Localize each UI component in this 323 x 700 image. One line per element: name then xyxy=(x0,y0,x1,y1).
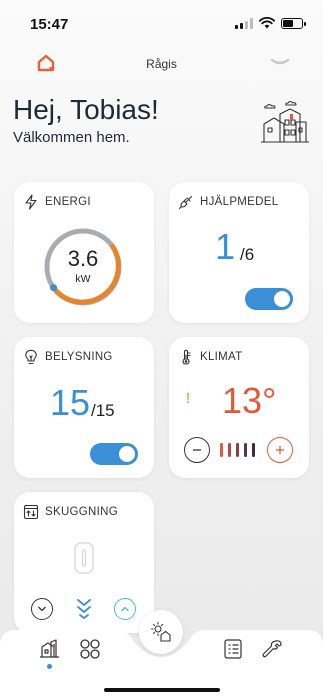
status-icons xyxy=(235,17,306,29)
climate-card-header: KLIMAT xyxy=(178,349,242,365)
status-bar: 15:47 xyxy=(0,0,323,48)
lighting-card[interactable]: BELYSNING 15 /15 xyxy=(14,337,154,478)
thermometer-icon xyxy=(182,349,191,365)
blinds-icon xyxy=(23,504,39,520)
shading-card-header: SKUGGNING xyxy=(23,504,118,520)
nav-home-icon[interactable] xyxy=(39,638,61,660)
cellular-signal-icon xyxy=(235,17,253,29)
nav-center-button[interactable] xyxy=(139,610,183,654)
sun-house-icon xyxy=(150,621,171,642)
climate-temperature: 13° xyxy=(222,380,277,421)
temperature-decrease-button[interactable] xyxy=(184,437,210,463)
assistive-devices-card[interactable]: HJÄLPMEDEL 1 /6 xyxy=(169,182,309,323)
wifi-icon xyxy=(259,17,275,29)
shading-down-button[interactable] xyxy=(31,598,53,620)
assistive-devices-count: 1 xyxy=(215,226,236,267)
lighting-count: 15 xyxy=(50,382,91,423)
assistive-devices-card-title: HJÄLPMEDEL xyxy=(200,196,279,208)
energy-value: 3.6 xyxy=(67,246,99,271)
bottom-navigation xyxy=(0,610,323,700)
chevron-down-icon xyxy=(38,606,46,612)
shading-card-title: SKUGGNING xyxy=(45,506,118,518)
lighting-toggle[interactable] xyxy=(90,443,138,465)
chevron-up-icon xyxy=(121,606,129,612)
plug-icon xyxy=(178,195,193,210)
assistive-devices-card-header: HJÄLPMEDEL xyxy=(178,194,278,210)
nav-list-icon[interactable] xyxy=(222,638,244,660)
climate-card-title: KLIMAT xyxy=(200,351,243,363)
assistive-devices-toggle[interactable] xyxy=(245,288,293,310)
status-time: 15:47 xyxy=(30,16,69,33)
temperature-increase-button[interactable] xyxy=(267,437,293,463)
shading-up-button[interactable] xyxy=(114,598,136,620)
greeting-title: Hej, Tobias! xyxy=(13,94,159,125)
nav-home-active-dot xyxy=(47,664,52,669)
energy-card[interactable]: ENERGI 3.6 kW xyxy=(14,182,154,323)
lighting-card-header: BELYSNING xyxy=(23,349,113,365)
nav-grid-icon[interactable] xyxy=(79,638,101,660)
battery-icon xyxy=(281,17,306,29)
minus-icon xyxy=(193,449,201,451)
energy-gauge-indicator xyxy=(50,284,57,292)
lighting-total: /15 xyxy=(91,401,115,420)
app-header: Rågis xyxy=(0,48,323,80)
house-illustration-icon xyxy=(261,100,309,143)
shading-card[interactable]: SKUGGNING xyxy=(14,492,154,633)
energy-unit: kW xyxy=(75,273,91,285)
plus-icon xyxy=(276,446,284,454)
chevron-down-icon[interactable] xyxy=(269,56,291,70)
temperature-level-bars xyxy=(220,443,255,457)
nav-wrench-icon[interactable] xyxy=(262,638,284,660)
climate-card[interactable]: KLIMAT ! 13° xyxy=(169,337,309,478)
climate-alert-icon: ! xyxy=(186,390,191,407)
lighting-card-title: BELYSNING xyxy=(45,351,113,363)
shading-stop-button[interactable] xyxy=(76,598,92,620)
assistive-devices-total: /6 xyxy=(240,245,255,264)
greeting-subtitle: Välkommen hem. xyxy=(13,129,130,146)
blind-position-indicator xyxy=(74,542,94,574)
lightbulb-icon xyxy=(25,349,37,365)
home-indicator xyxy=(104,688,220,692)
